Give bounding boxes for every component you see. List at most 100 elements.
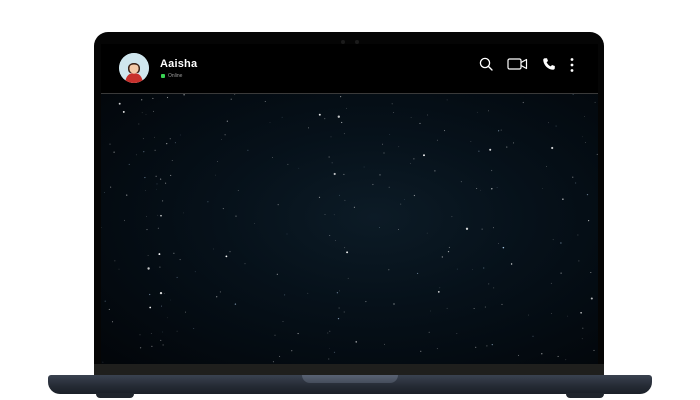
star	[383, 343, 385, 345]
star	[344, 199, 346, 201]
star	[391, 103, 393, 105]
star	[329, 347, 330, 349]
star	[439, 287, 441, 289]
star	[156, 188, 158, 190]
star	[343, 311, 345, 313]
star	[269, 122, 271, 124]
avatar[interactable]	[119, 53, 149, 83]
star	[501, 303, 503, 305]
star	[217, 161, 218, 162]
star	[448, 246, 450, 248]
star	[379, 227, 380, 228]
laptop-open-notch	[302, 375, 398, 383]
star	[542, 188, 543, 189]
star	[108, 308, 110, 310]
star	[484, 306, 486, 308]
star	[291, 350, 293, 352]
star	[393, 303, 395, 305]
star	[144, 177, 146, 179]
star	[216, 296, 218, 298]
star	[562, 198, 564, 200]
star	[420, 350, 422, 352]
star	[446, 99, 448, 101]
star	[279, 355, 281, 357]
star	[160, 339, 162, 341]
star	[586, 193, 589, 196]
star	[219, 291, 221, 293]
search-icon[interactable]	[479, 57, 493, 71]
star	[590, 297, 593, 300]
star	[575, 182, 577, 184]
star	[393, 112, 395, 114]
star	[230, 98, 232, 100]
star	[145, 114, 147, 115]
star	[444, 130, 446, 132]
star	[328, 358, 330, 360]
star	[582, 327, 584, 329]
star	[488, 110, 489, 112]
star	[382, 143, 383, 145]
star	[333, 214, 335, 216]
star	[166, 96, 169, 99]
star	[572, 94, 574, 95]
star	[513, 142, 515, 144]
star	[413, 194, 416, 197]
star	[146, 229, 148, 231]
star	[118, 102, 121, 105]
star	[110, 186, 112, 188]
star	[179, 259, 181, 261]
star	[222, 208, 224, 210]
star	[436, 348, 438, 350]
star	[102, 361, 104, 363]
star	[488, 283, 490, 285]
star	[330, 136, 332, 138]
star	[475, 346, 477, 348]
star	[284, 294, 286, 296]
star	[174, 142, 176, 144]
star	[480, 189, 481, 191]
star	[560, 242, 562, 244]
phone-icon[interactable]	[542, 57, 556, 71]
star	[490, 169, 493, 172]
star	[343, 173, 345, 175]
star	[413, 158, 415, 160]
star	[551, 146, 554, 150]
star	[244, 263, 246, 265]
star	[389, 134, 391, 135]
star	[541, 353, 543, 355]
star	[226, 120, 228, 122]
star	[557, 355, 559, 357]
star	[264, 100, 266, 103]
star	[193, 328, 195, 329]
star	[447, 251, 450, 253]
star	[162, 200, 164, 202]
star	[344, 247, 346, 249]
star	[437, 291, 440, 293]
star	[594, 101, 596, 103]
star	[234, 303, 237, 305]
star	[159, 178, 162, 180]
star	[343, 133, 345, 135]
star	[473, 307, 475, 309]
star	[277, 203, 279, 206]
star	[527, 314, 529, 316]
video-camera-icon[interactable]	[507, 57, 528, 71]
star	[281, 116, 283, 118]
star	[338, 307, 340, 309]
star	[276, 273, 278, 275]
star	[155, 175, 157, 177]
star	[567, 315, 569, 317]
star	[286, 233, 288, 235]
more-vertical-icon[interactable]	[569, 57, 575, 73]
star	[560, 272, 562, 274]
star	[336, 292, 339, 294]
star	[146, 216, 147, 217]
star	[237, 190, 239, 191]
star	[496, 187, 498, 188]
star	[113, 151, 115, 153]
star	[552, 239, 554, 241]
star	[334, 240, 336, 242]
star	[430, 310, 431, 312]
star	[184, 311, 187, 313]
star	[423, 154, 425, 157]
